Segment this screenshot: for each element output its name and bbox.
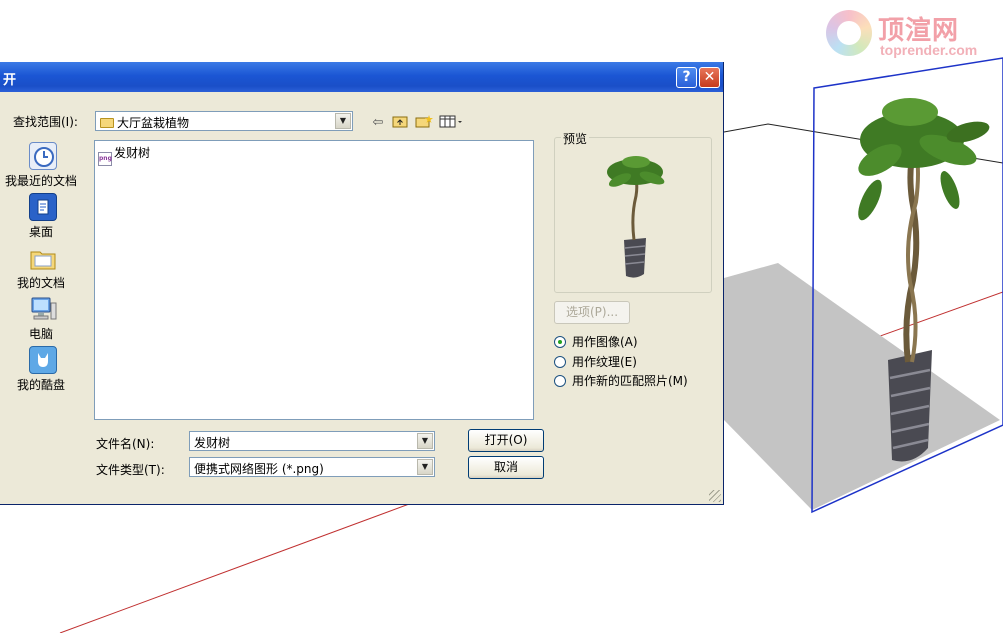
close-button[interactable]: ✕ xyxy=(699,67,720,88)
radio-label: 用作纹理(E) xyxy=(572,355,637,369)
chevron-down-icon[interactable]: ▼ xyxy=(417,433,433,449)
radio-label: 用作新的匹配照片(M) xyxy=(572,374,688,388)
resize-grip-icon[interactable] xyxy=(709,490,721,502)
up-folder-icon[interactable] xyxy=(391,114,409,132)
preview-thumbnail xyxy=(607,156,665,278)
chevron-down-icon[interactable]: ▼ xyxy=(417,459,433,475)
recent-documents-icon xyxy=(29,142,57,170)
ground-plane xyxy=(724,263,1000,510)
desktop-icon xyxy=(29,193,57,221)
folder-icon xyxy=(100,118,114,128)
radio-label: 用作图像(A) xyxy=(572,335,638,349)
radio-checked-icon[interactable] xyxy=(554,336,566,348)
new-folder-icon[interactable] xyxy=(415,114,433,132)
red-axis-line xyxy=(59,499,421,633)
filename-input[interactable]: 发财树 ▼ xyxy=(189,431,435,451)
chevron-down-icon[interactable]: ▼ xyxy=(335,113,351,129)
lookin-value: 大厅盆栽植物 xyxy=(117,116,190,130)
filetype-label: 文件类型(T): xyxy=(96,463,165,477)
place-desktop[interactable]: 桌面 xyxy=(3,193,79,241)
preview-group: 预览 xyxy=(554,130,712,293)
dialog-titlebar[interactable]: 开 ? ✕ xyxy=(0,62,723,92)
place-label: 电脑 xyxy=(28,327,53,341)
cancel-button[interactable]: 取消 xyxy=(468,456,544,479)
open-file-dialog: 开 ? ✕ 查找范围(I): 大厅盆栽植物 ▼ ⇦ 我最近的文档 桌面 我的文档… xyxy=(0,62,724,505)
lookin-dropdown[interactable]: 大厅盆栽植物 ▼ xyxy=(95,111,353,131)
lookin-label: 查找范围(I): xyxy=(13,115,78,129)
dialog-title: 开 xyxy=(3,73,17,88)
filename-label: 文件名(N): xyxy=(96,437,155,451)
logo-swirl-icon xyxy=(826,10,872,56)
place-cloud-drive[interactable]: 我的酷盘 xyxy=(3,346,79,394)
filename-value: 发财树 xyxy=(194,436,231,450)
place-my-documents[interactable]: 我的文档 xyxy=(3,244,79,292)
place-computer[interactable]: 电脑 xyxy=(3,295,79,343)
file-name: 发财树 xyxy=(114,146,151,160)
png-file-icon: png xyxy=(98,152,112,166)
cloud-drive-icon xyxy=(29,346,57,374)
filetype-value: 便携式网络图形 (*.png) xyxy=(194,462,324,476)
place-label: 我的文档 xyxy=(16,276,65,290)
options-button[interactable]: 选项(P)... xyxy=(554,301,630,324)
sketchup-viewport[interactable]: 顶渲网 toprender.com 开 ? ✕ 查找范围(I): 大厅盆栽植物 … xyxy=(0,0,1003,633)
place-label: 桌面 xyxy=(28,225,53,239)
my-documents-folder-icon xyxy=(29,244,57,272)
radio-unchecked-icon[interactable] xyxy=(554,356,566,368)
place-recent-documents[interactable]: 我最近的文档 xyxy=(3,142,79,190)
computer-icon xyxy=(29,295,57,323)
help-button[interactable]: ? xyxy=(676,67,697,88)
radio-unchecked-icon[interactable] xyxy=(554,375,566,387)
radio-use-as-image[interactable]: 用作图像(A) xyxy=(554,333,638,349)
toprender-logo: 顶渲网 toprender.com xyxy=(826,10,996,60)
logo-text-en: toprender.com xyxy=(880,42,978,58)
view-menu-icon[interactable] xyxy=(438,114,464,132)
radio-use-as-texture[interactable]: 用作纹理(E) xyxy=(554,353,637,369)
place-label: 我的酷盘 xyxy=(16,378,65,392)
radio-use-as-match-photo[interactable]: 用作新的匹配照片(M) xyxy=(554,372,688,388)
back-arrow-icon[interactable]: ⇦ xyxy=(369,114,387,132)
file-list[interactable]: png 发财树 xyxy=(94,140,534,420)
filetype-dropdown[interactable]: 便携式网络图形 (*.png) ▼ xyxy=(189,457,435,477)
place-label: 我最近的文档 xyxy=(4,174,77,188)
open-button[interactable]: 打开(O) xyxy=(468,429,544,452)
list-item[interactable]: png 发财树 xyxy=(98,144,151,166)
preview-label: 预览 xyxy=(561,130,590,147)
